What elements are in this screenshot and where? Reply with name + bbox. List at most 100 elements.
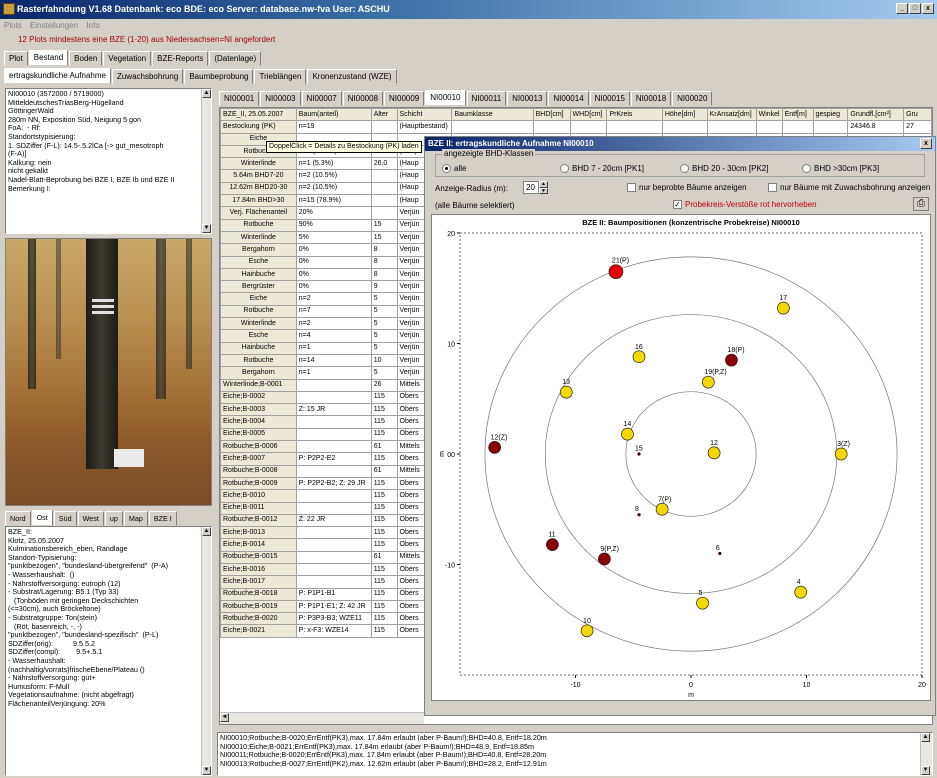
column-header[interactable]: WHD[cm] <box>569 108 608 122</box>
tab-plot-7[interactable]: NI00013 <box>507 91 548 106</box>
tab-plot-9[interactable]: NI00015 <box>589 91 630 106</box>
tree-point[interactable] <box>696 596 709 610</box>
scroll-down-icon[interactable]: ▼ <box>921 766 930 775</box>
tree-point[interactable] <box>707 446 721 460</box>
tab-dir-1[interactable]: Ost <box>31 510 53 526</box>
scroll-down-icon[interactable]: ▼ <box>202 766 211 775</box>
scroll-up-icon[interactable]: ▲ <box>202 527 211 536</box>
plot-info-scrollbar[interactable]: ▲ ▼ <box>201 89 211 233</box>
table-row[interactable]: Bestockung (PK) n=19 (Hauptbestand) 24346.8… <box>220 120 932 134</box>
menu-plots[interactable]: Plots <box>4 21 22 30</box>
tab-dir-4[interactable]: up <box>104 511 123 526</box>
radius-input[interactable]: 20 <box>523 181 539 194</box>
tab-main-4[interactable]: BZE-Reports <box>152 51 209 66</box>
tab-dir-3[interactable]: West <box>77 511 104 526</box>
tab-plot-8[interactable]: NI00014 <box>548 91 589 106</box>
tab-plot-6[interactable]: NI00011 <box>466 91 507 106</box>
tree-point[interactable] <box>725 353 738 367</box>
menu-einstellungen[interactable]: Einstellungen <box>30 21 78 30</box>
tree-point[interactable] <box>598 552 611 566</box>
tab-sub-1[interactable]: Zuwachsbohrung <box>111 69 184 84</box>
tab-sub-3[interactable]: Trieblängen <box>254 69 307 84</box>
close-button[interactable]: x <box>922 3 934 14</box>
tab-plot-2[interactable]: NI00007 <box>301 91 342 106</box>
bze-info-scrollbar[interactable]: ▲ ▼ <box>201 527 211 775</box>
radio-option[interactable]: BHD 20 - 30cm [PK2] <box>680 163 768 174</box>
filter-zuwachs[interactable]: nur Bäume mit Zuwachsbohrung anzeigen <box>768 182 930 194</box>
menu-info[interactable]: Info <box>86 21 99 30</box>
tab-plot-4[interactable]: NI00009 <box>384 91 425 106</box>
column-header[interactable]: PrKreis <box>606 108 663 122</box>
column-header[interactable]: Baum(anteil) <box>295 108 372 122</box>
tab-sub-4[interactable]: Kronenzustand (WZE) <box>307 69 397 84</box>
column-header[interactable]: Schicht <box>396 108 453 122</box>
radius-spinner[interactable]: ▲ ▼ <box>539 181 549 194</box>
tree-point[interactable] <box>637 452 641 456</box>
tab-dir-5[interactable]: Map <box>123 511 148 526</box>
radio-icon[interactable] <box>680 164 689 174</box>
tree-point[interactable] <box>834 447 848 461</box>
column-header[interactable]: Höhe[dm] <box>661 108 708 122</box>
maximize-button[interactable]: □ <box>909 3 921 14</box>
tab-plot-1[interactable]: NI00003 <box>260 91 301 106</box>
column-header[interactable]: BZE_II, 25.05.2007 <box>220 108 297 122</box>
table-hscrollbar[interactable]: ◄ <box>220 712 424 724</box>
tab-main-1[interactable]: Bestand <box>28 50 69 66</box>
tree-point[interactable] <box>632 350 646 364</box>
filter-beprobt[interactable]: nur beprobte Bäume anzeigen <box>627 182 747 194</box>
tab-plot-11[interactable]: NI00020 <box>672 91 713 106</box>
tree-point[interactable] <box>621 427 634 441</box>
tree-point[interactable] <box>580 624 594 638</box>
tab-main-3[interactable]: Vegetation <box>103 51 152 66</box>
radio-icon[interactable] <box>442 164 451 174</box>
checkbox-icon[interactable] <box>768 183 777 193</box>
tree-point[interactable] <box>777 301 790 315</box>
tab-sub-2[interactable]: Baumbeprobung <box>184 69 254 84</box>
radio-option[interactable]: alle <box>442 163 466 174</box>
dialog-close-button[interactable]: x <box>920 138 932 149</box>
highlight-violations[interactable]: ✓ Probekreis-Verstöße rot hervorheben <box>673 199 817 211</box>
tab-sub-0[interactable]: ertragskundliche Aufnahme <box>4 68 111 84</box>
tree-point[interactable] <box>559 385 573 399</box>
tree-point[interactable] <box>637 513 641 517</box>
tab-main-0[interactable]: Plot <box>4 51 28 66</box>
tab-plot-3[interactable]: NI00008 <box>342 91 383 106</box>
tab-dir-0[interactable]: Nord <box>5 511 31 526</box>
tab-plot-5[interactable]: NI00010 <box>425 90 466 106</box>
tree-point[interactable] <box>655 502 669 516</box>
tree-point[interactable] <box>608 264 624 280</box>
scroll-up-icon[interactable]: ▲ <box>921 733 930 742</box>
checkmark-icon[interactable]: ✓ <box>673 200 682 210</box>
minimize-button[interactable]: _ <box>896 3 908 14</box>
scroll-up-icon[interactable]: ▲ <box>202 89 211 98</box>
print-icon[interactable]: ⎙ <box>913 197 929 211</box>
tab-dir-6[interactable]: BZE I <box>148 511 177 526</box>
spin-down-icon[interactable]: ▼ <box>539 187 548 194</box>
tab-dir-2[interactable]: Süd <box>53 511 77 526</box>
column-header[interactable]: Grundfl.[cm²] <box>847 108 905 122</box>
tab-main-2[interactable]: Boden <box>69 51 103 66</box>
column-header[interactable]: gespieg <box>812 108 849 122</box>
column-header[interactable]: KrAnsatz[dm] <box>706 108 757 122</box>
column-header[interactable]: Entf[m] <box>781 108 814 122</box>
radio-icon[interactable] <box>802 164 811 174</box>
column-header[interactable]: Alter <box>370 108 398 122</box>
tab-plot-10[interactable]: NI00018 <box>630 91 672 106</box>
column-header[interactable]: Gru <box>903 108 932 122</box>
tree-point[interactable] <box>488 441 502 454</box>
scroll-down-icon[interactable]: ▼ <box>202 224 211 233</box>
radio-icon[interactable] <box>560 164 569 174</box>
column-header[interactable]: Winkel <box>755 108 783 122</box>
radio-option[interactable]: BHD >30cm [PK3] <box>802 163 879 174</box>
checkbox-icon[interactable] <box>627 183 636 193</box>
radio-option[interactable]: BHD 7 - 20cm [PK1] <box>560 163 644 174</box>
log-scrollbar[interactable]: ▲ ▼ <box>920 733 932 775</box>
scroll-left-icon[interactable]: ◄ <box>220 713 229 722</box>
column-header[interactable]: Baumklasse <box>451 108 534 122</box>
tree-point[interactable] <box>718 551 722 556</box>
tree-point[interactable] <box>794 585 808 599</box>
tab-main-5[interactable]: (Datenlage) <box>209 51 262 66</box>
tab-plot-0[interactable]: NI00001 <box>219 91 260 106</box>
tree-point[interactable] <box>701 375 715 389</box>
column-header[interactable]: BHD[cm] <box>532 108 571 122</box>
